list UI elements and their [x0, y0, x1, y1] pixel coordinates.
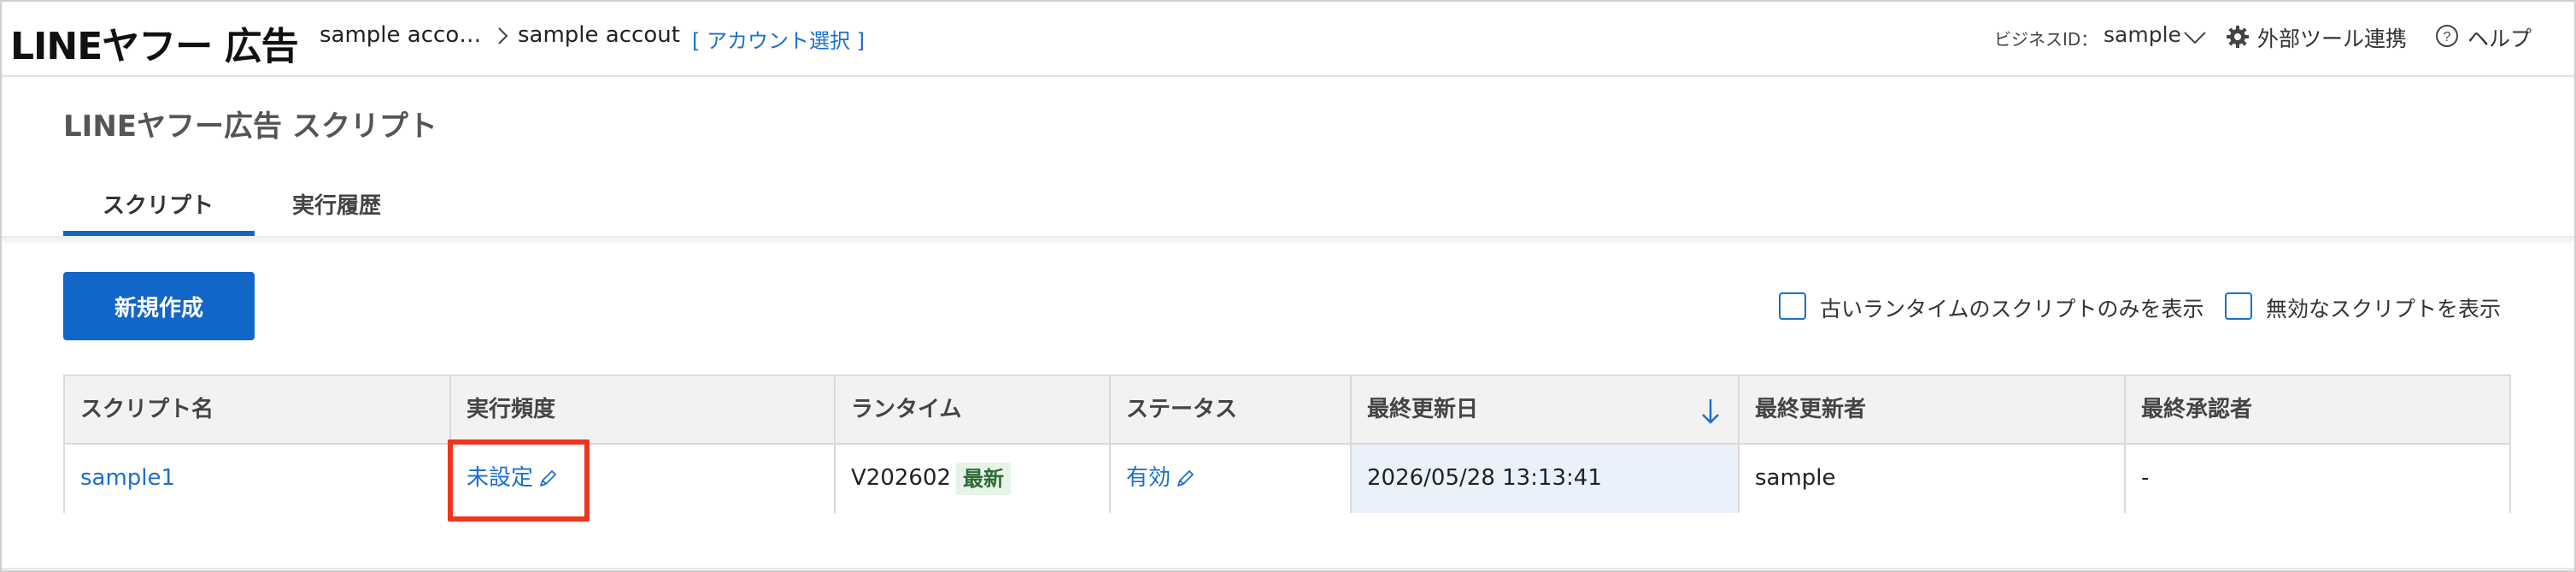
column-header-updated-at-cell[interactable]: 最終更新日	[1352, 376, 1740, 443]
chevron-down-icon[interactable]	[2182, 29, 2208, 46]
column-header-status[interactable]: ステータス	[1111, 376, 1352, 443]
help-circle-icon[interactable]: ?	[2435, 24, 2459, 48]
business-id-label: ビジネスID：	[1994, 29, 2098, 50]
column-header-approved-by[interactable]: 最終承認者	[2126, 376, 2509, 443]
column-header-script-name[interactable]: スクリプト名	[65, 376, 451, 443]
highlight-annotation-box	[448, 439, 590, 522]
cell-approved-by: -	[2141, 465, 2150, 491]
status-edit-link[interactable]: 有効	[1126, 465, 1171, 491]
cell-updated-by: sample	[1740, 445, 2126, 513]
show-disabled-checkbox[interactable]	[2225, 292, 2252, 320]
script-name-link[interactable]: sample1	[80, 465, 175, 491]
gear-icon[interactable]	[2226, 25, 2250, 49]
app-logo[interactable]: LINEヤフー 広告	[10, 15, 299, 70]
column-header-updated-at: 最終更新日	[1367, 397, 1479, 422]
old-runtime-only-label[interactable]: 古いランタイムのスクリプトのみを表示	[1820, 292, 2204, 323]
breadcrumb-account[interactable]: sample acco…	[320, 22, 481, 48]
column-header-runtime[interactable]: ランタイム	[836, 376, 1111, 443]
scripts-table: スクリプト名 実行頻度 ランタイム ステータス 最終更新日 最終更新者 最終承認…	[63, 374, 2511, 513]
help-link[interactable]: ヘルプ	[2467, 22, 2532, 53]
column-header-updated-by[interactable]: 最終更新者	[1740, 376, 2126, 443]
chevron-right-icon	[498, 27, 508, 44]
runtime-version: V202602	[851, 465, 952, 491]
cell-script-name: sample1	[65, 445, 451, 513]
table-header: スクリプト名 実行頻度 ランタイム ステータス 最終更新日 最終更新者 最終承認…	[65, 376, 2509, 445]
page-title: LINEヤフー広告 スクリプト	[63, 109, 437, 144]
column-header-frequency[interactable]: 実行頻度	[451, 376, 836, 443]
external-tools-link[interactable]: 外部ツール連携	[2257, 22, 2407, 53]
show-disabled-label[interactable]: 無効なスクリプトを表示	[2266, 292, 2501, 323]
app-frame: LINEヤフー 広告 sample acco… sample accout [ …	[0, 0, 2576, 572]
tab-script[interactable]: スクリプト	[103, 188, 214, 220]
old-runtime-only-checkbox[interactable]	[1779, 292, 1806, 320]
bottom-divider	[2, 568, 2574, 569]
cell-updated-at: 2026/05/28 13:13:41	[1352, 445, 1740, 513]
tabs-divider	[2, 236, 2574, 243]
top-header: LINEヤフー 広告 sample acco… sample accout [ …	[2, 2, 2574, 77]
breadcrumb-current: sample accout	[518, 22, 680, 48]
svg-text:?: ?	[2444, 30, 2451, 44]
pencil-icon[interactable]	[1174, 468, 1196, 490]
cell-status: 有効	[1111, 445, 1352, 513]
tab-execution-history[interactable]: 実行履歴	[292, 188, 381, 220]
latest-badge: 最新	[956, 462, 1012, 495]
arrow-down-icon[interactable]	[1699, 397, 1722, 426]
business-id-value[interactable]: sample	[2104, 22, 2181, 47]
new-script-button[interactable]: 新規作成	[63, 272, 255, 340]
cell-runtime: V202602 最新	[836, 445, 1111, 513]
table-row: sample1 未設定 V202602 最新 有効 2026/05/28 13:1…	[65, 445, 2509, 513]
account-select-link[interactable]: [ アカウント選択 ]	[692, 24, 865, 54]
